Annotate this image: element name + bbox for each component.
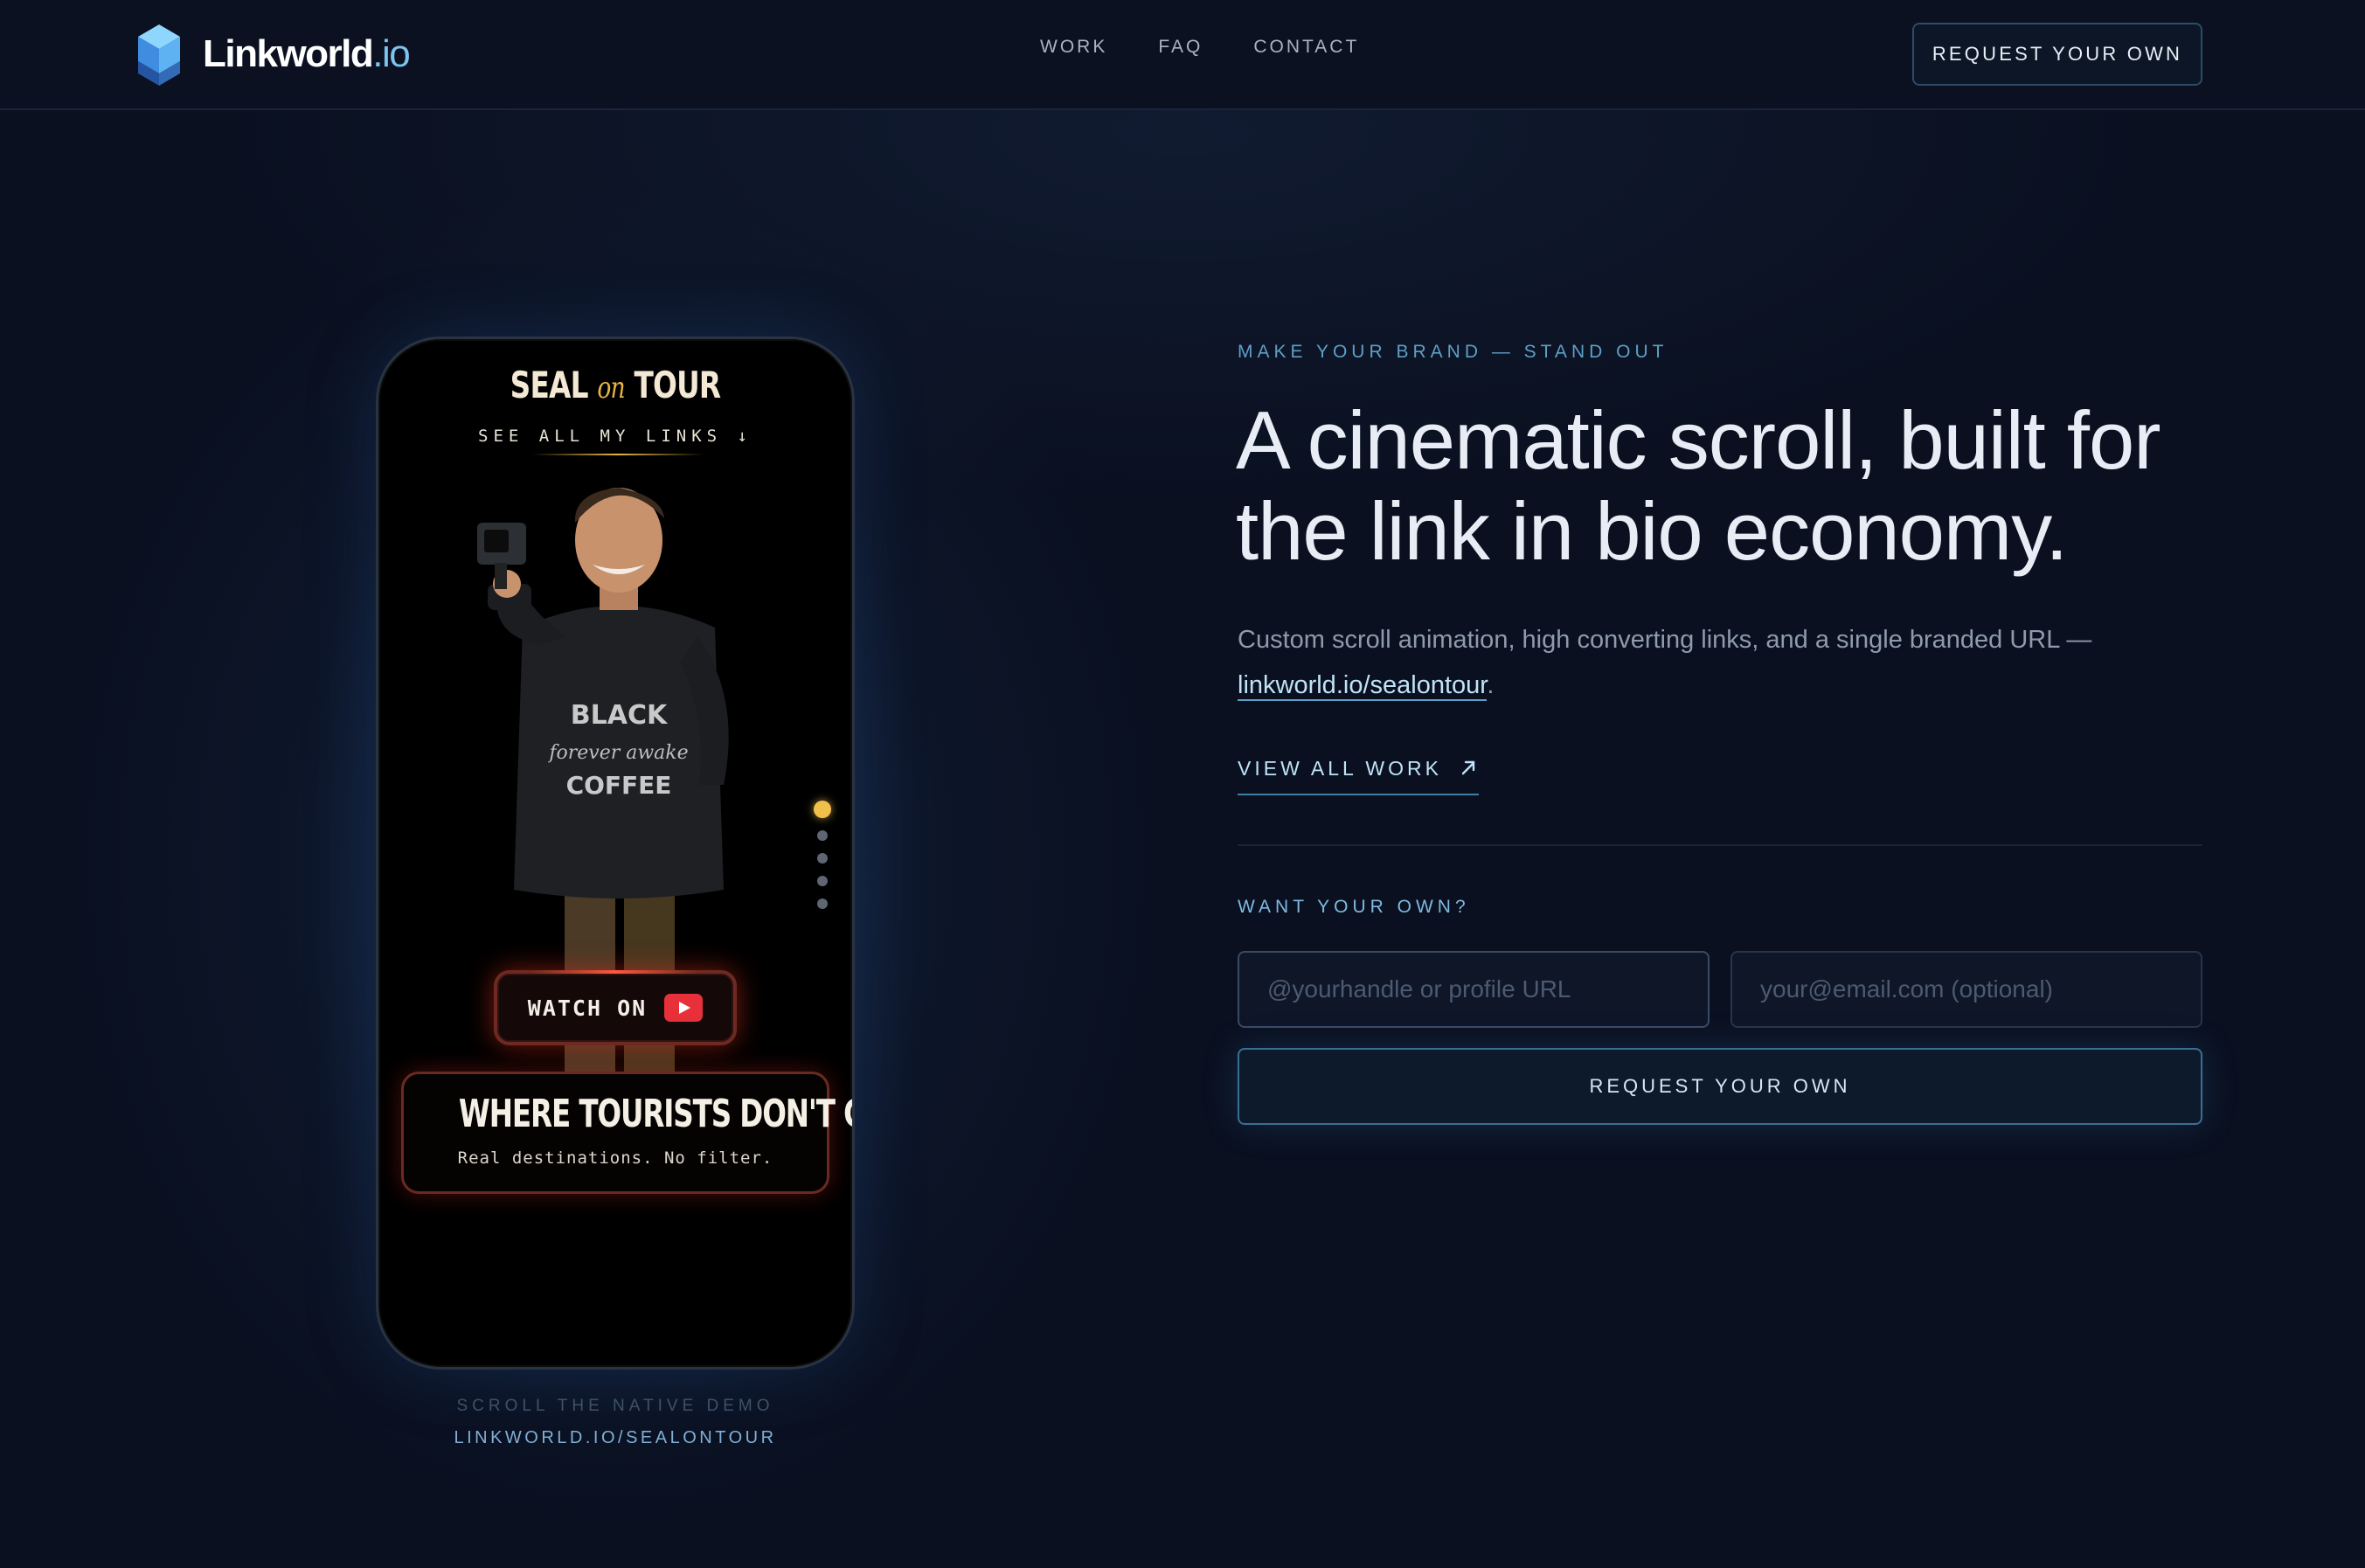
scroll-pagination <box>814 801 831 909</box>
youtube-icon <box>664 994 704 1022</box>
top-nav: Linkworld.io WORK FAQ CONTACT REQUEST YO… <box>0 0 2365 110</box>
pagination-dot[interactable] <box>817 830 828 841</box>
svg-text:BLACK: BLACK <box>571 700 669 731</box>
nav-link-contact[interactable]: CONTACT <box>1253 37 1359 58</box>
handle-input[interactable] <box>1238 951 1710 1028</box>
demo-caption-url[interactable]: LINKWORLD.IO/SEALONTOUR <box>376 1428 855 1448</box>
section-divider <box>1238 844 2202 846</box>
view-all-work-link[interactable]: VIEW ALL WORK <box>1238 757 1479 795</box>
brand-logo[interactable]: Linkworld.io <box>133 19 411 89</box>
view-all-label: VIEW ALL WORK <box>1238 757 1442 780</box>
demo-caption: SCROLL THE NATIVE DEMO LINKWORLD.IO/SEAL… <box>376 1397 855 1448</box>
svg-text:forever awake: forever awake <box>547 742 688 764</box>
hero-lead: Custom scroll animation, high converting… <box>1238 626 2092 701</box>
hero-eyebrow: MAKE YOUR BRAND — STAND OUT <box>1238 342 1668 362</box>
phone-title: SEAL on TOUR <box>510 364 722 406</box>
email-input[interactable] <box>1730 951 2202 1028</box>
pagination-dot[interactable] <box>817 853 828 864</box>
request-your-own-nav-button[interactable]: REQUEST YOUR OWN <box>1912 23 2202 86</box>
pagination-dot-active[interactable] <box>814 801 831 818</box>
card-subtitle: Real destinations. No filter. <box>457 1148 773 1168</box>
demo-caption-hint: SCROLL THE NATIVE DEMO <box>456 1397 774 1415</box>
cube-logo-icon <box>138 24 180 86</box>
pagination-dot[interactable] <box>817 876 828 886</box>
brand-name: Linkworld.io <box>203 32 411 75</box>
see-all-underline <box>532 454 704 455</box>
want-your-own-heading: WANT YOUR OWN? <box>1238 897 1470 917</box>
pagination-dot[interactable] <box>817 898 828 909</box>
hero-headline: A cinematic scroll, built for the link i… <box>1236 394 2161 577</box>
watch-on-youtube-button[interactable]: WATCH ON <box>494 970 737 1045</box>
see-all-links[interactable]: SEE ALL MY LINKS ↓ <box>378 427 852 446</box>
card-title: WHERE TOURISTS DON'T GO <box>458 1092 855 1136</box>
nav-links: WORK FAQ CONTACT <box>1040 37 1359 58</box>
phone-demo[interactable]: SEAL on TOUR SEE ALL MY LINKS ↓ BLACK fo… <box>376 336 855 1370</box>
sealontour-link[interactable]: linkworld.io/sealontour <box>1238 671 1488 701</box>
svg-text:COFFEE: COFFEE <box>566 771 672 800</box>
nav-link-work[interactable]: WORK <box>1040 37 1107 58</box>
request-your-own-submit-button[interactable]: REQUEST YOUR OWN <box>1238 1048 2202 1125</box>
watch-on-label: WATCH ON <box>527 995 648 1021</box>
arrow-up-right-icon <box>1461 760 1475 775</box>
where-tourists-card[interactable]: WHERE TOURISTS DON'T GO Real destination… <box>401 1072 855 1194</box>
nav-link-faq[interactable]: FAQ <box>1158 37 1203 58</box>
